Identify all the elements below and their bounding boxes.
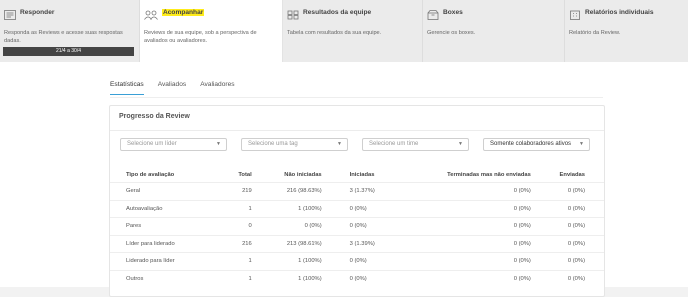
cell-nao-iniciadas: 213 (98.61%): [251, 234, 322, 253]
cell-nao-iniciadas: 1 (100%): [251, 252, 322, 270]
cell-nao-iniciadas: 0 (0%): [251, 217, 322, 235]
card-relatorios-individuais[interactable]: Relatórios individuais Relatório da Revi…: [565, 0, 688, 62]
cell-terminadas: 0 (0%): [401, 269, 531, 287]
cell-enviadas: 0 (0%): [530, 269, 604, 287]
review-progress-panel: Progresso da Review Selecione um líder ▼…: [109, 105, 605, 297]
review-period-bar: 21/4 a 30/4: [3, 47, 134, 56]
col-total: Total: [238, 172, 252, 178]
col-enviadas: Enviadas: [559, 172, 585, 178]
status-select-value: Somente colaboradores ativos: [490, 141, 572, 147]
tag-select-value: Selecione uma tag: [248, 141, 298, 147]
cell-enviadas: 0 (0%): [530, 217, 604, 235]
card-title: Acompanhar: [162, 8, 205, 16]
cell-nao-iniciadas: 216 (98.63%): [251, 182, 322, 200]
people-icon: [144, 7, 158, 20]
cell-tipo: Líder para liderado: [110, 234, 219, 253]
table-header-row: Tipo de avaliação Total Não iniciadas In…: [110, 168, 604, 183]
table-body: Geral 219 216 (98.63%) 3 (1.37%) 0 (0%) …: [110, 182, 604, 287]
cell-terminadas: 0 (0%): [401, 217, 531, 235]
building-icon: [569, 7, 581, 20]
status-select[interactable]: Somente colaboradores ativos ▼: [483, 138, 590, 151]
card-description: Gerencie os boxes.: [427, 30, 476, 36]
col-terminadas: Terminadas mas não enviadas: [447, 172, 531, 178]
module-cards: Responder Responda as Reviews e acesse s…: [0, 0, 688, 62]
card-title: Relatórios individuais: [585, 8, 654, 16]
cell-terminadas: 0 (0%): [401, 252, 531, 270]
col-iniciadas: Iniciadas: [349, 172, 375, 178]
tab-avaliadores[interactable]: Avaliadores: [200, 81, 234, 95]
grid-icon: [287, 7, 299, 20]
cell-iniciadas: 0 (0%): [321, 269, 402, 287]
cell-total: 219: [218, 182, 252, 200]
chevron-down-icon: ▼: [579, 141, 584, 147]
progress-table: Tipo de avaliação Total Não iniciadas In…: [110, 168, 604, 287]
cell-nao-iniciadas: 1 (100%): [251, 269, 322, 287]
tab-avaliados[interactable]: Avaliados: [158, 81, 186, 95]
cell-nao-iniciadas: 1 (100%): [251, 199, 322, 218]
chevron-down-icon: ▼: [216, 141, 221, 147]
cell-iniciadas: 0 (0%): [321, 199, 402, 218]
cell-enviadas: 0 (0%): [530, 252, 604, 270]
cell-tipo: Pares: [110, 217, 219, 235]
card-resultados-equipe[interactable]: Resultados da equipe Tabela com resultad…: [283, 0, 423, 62]
tab-estatisticas[interactable]: Estatísticas: [110, 81, 144, 95]
table-row: Líder para liderado 216 213 (98.61%) 3 (…: [110, 234, 604, 253]
leader-select-value: Selecione um líder: [127, 141, 177, 147]
list-icon: [4, 7, 16, 20]
cell-tipo: Geral: [110, 182, 219, 200]
card-description: Relatório da Review.: [569, 30, 621, 36]
team-select[interactable]: Selecione um time ▼: [362, 138, 469, 151]
cell-enviadas: 0 (0%): [530, 234, 604, 253]
cell-total: 1: [218, 269, 252, 287]
table-row: Outros 1 1 (100%) 0 (0%) 0 (0%) 0 (0%): [110, 269, 604, 287]
main-content: Estatísticas Avaliados Avaliadores Progr…: [0, 62, 688, 297]
card-title: Responder: [20, 8, 55, 16]
card-description: Tabela com resultados da sua equipe.: [287, 30, 382, 36]
cell-enviadas: 0 (0%): [530, 199, 604, 218]
table-row: Pares 0 0 (0%) 0 (0%) 0 (0%) 0 (0%): [110, 217, 604, 235]
cell-tipo: Outros: [110, 269, 219, 287]
card-description: Reviews de sua equipe, sob a perspectiva…: [144, 30, 257, 44]
cell-enviadas: 0 (0%): [530, 182, 604, 200]
cell-terminadas: 0 (0%): [401, 182, 531, 200]
cell-iniciadas: 3 (1.37%): [321, 182, 402, 200]
card-boxes[interactable]: Boxes Gerencie os boxes.: [423, 0, 565, 62]
table-row: Geral 219 216 (98.63%) 3 (1.37%) 0 (0%) …: [110, 182, 604, 200]
table-row: Autoavaliação 1 1 (100%) 0 (0%) 0 (0%) 0…: [110, 199, 604, 218]
cell-terminadas: 0 (0%): [401, 234, 531, 253]
panel-divider: [110, 130, 604, 131]
cell-tipo: Liderado para líder: [110, 252, 219, 270]
chevron-down-icon: ▼: [458, 141, 463, 147]
cell-iniciadas: 0 (0%): [321, 217, 402, 235]
team-select-value: Selecione um time: [369, 141, 419, 147]
box-icon: [427, 7, 439, 20]
card-acompanhar[interactable]: Acompanhar Reviews de sua equipe, sob a …: [140, 0, 283, 62]
chevron-down-icon: ▼: [337, 141, 342, 147]
col-nao-iniciadas: Não iniciadas: [284, 172, 322, 178]
card-title: Boxes: [443, 8, 463, 16]
cell-total: 0: [218, 217, 252, 235]
cell-iniciadas: 0 (0%): [321, 252, 402, 270]
panel-title: Progresso da Review: [119, 113, 190, 120]
card-title: Resultados da equipe: [303, 8, 372, 16]
tag-select[interactable]: Selecione uma tag ▼: [241, 138, 348, 151]
col-tipo: Tipo de avaliação: [126, 172, 175, 178]
cell-terminadas: 0 (0%): [401, 199, 531, 218]
tab-bar: Estatísticas Avaliados Avaliadores: [110, 81, 235, 95]
card-responder[interactable]: Responder Responda as Reviews e acesse s…: [0, 0, 140, 62]
cell-total: 216: [218, 234, 252, 253]
table-row: Liderado para líder 1 1 (100%) 0 (0%) 0 …: [110, 252, 604, 270]
cell-total: 1: [218, 199, 252, 218]
cell-iniciadas: 3 (1.39%): [321, 234, 402, 253]
cell-tipo: Autoavaliação: [110, 199, 219, 218]
card-description: Responda as Reviews e acesse suas respos…: [4, 30, 123, 44]
cell-total: 1: [218, 252, 252, 270]
tabs-divider: [110, 97, 603, 98]
leader-select[interactable]: Selecione um líder ▼: [120, 138, 227, 151]
